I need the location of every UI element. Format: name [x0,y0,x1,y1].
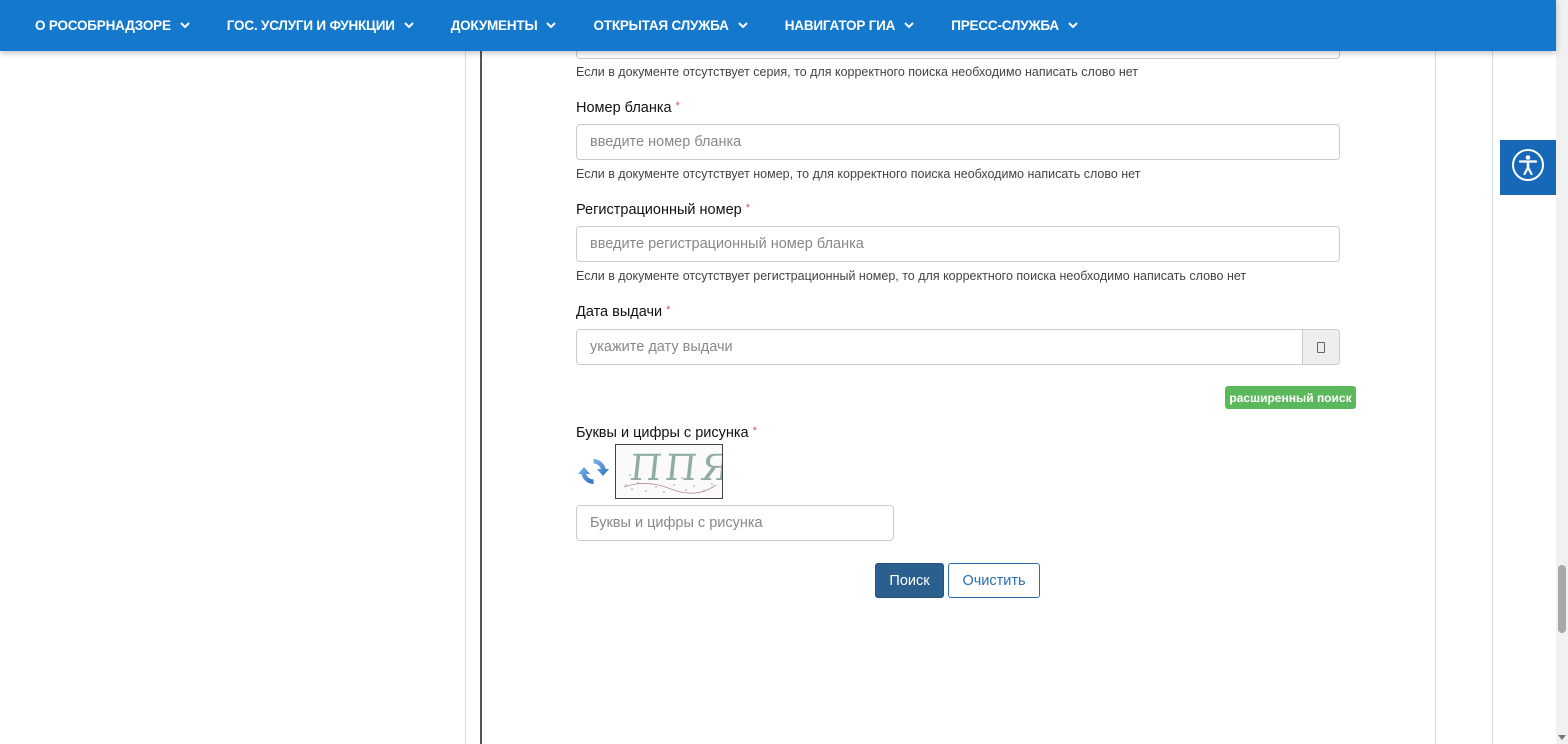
nav-item-about[interactable]: О РОСОБРНАДЗОРЕ [35,18,190,33]
chevron-down-icon [904,22,914,29]
captcha-text: ППЯ [627,448,723,489]
captcha-label: Буквы и цифры с рисунка * [576,425,757,441]
nav-item-label: ПРЕСС-СЛУЖБА [951,18,1059,33]
page-scrollbar[interactable] [1556,0,1568,744]
chevron-down-icon [1068,22,1078,29]
form-border-left [480,0,482,744]
required-mark: * [666,304,671,316]
blank-number-label: Номер бланка * [576,100,680,116]
refresh-icon[interactable] [577,455,610,488]
required-mark: * [752,425,757,437]
content-border-right [1492,0,1493,744]
series-hint: Если в документе отсутствует серия, то д… [576,65,1138,79]
issue-date-label: Дата выдачи * [576,304,670,320]
required-mark: * [745,202,750,214]
reg-number-input[interactable] [576,226,1340,262]
calendar-icon [1317,341,1325,353]
chevron-down-icon [404,22,414,29]
issue-date-group [576,329,1340,365]
main-nav: О РОСОБРНАДЗОРЕ ГОС. УСЛУГИ И ФУНКЦИИ ДО… [0,0,1556,51]
scrollbar-thumb[interactable] [1558,565,1566,633]
nav-item-press[interactable]: ПРЕСС-СЛУЖБА [951,18,1078,33]
blank-number-input[interactable] [576,124,1340,160]
required-mark: * [675,100,680,112]
nav-item-label: ГОС. УСЛУГИ И ФУНКЦИИ [226,18,395,33]
accessibility-button[interactable] [1500,140,1556,195]
issue-date-input[interactable] [576,329,1303,365]
form-border-right [1435,0,1436,744]
blank-number-hint: Если в документе отсутствует номер, то д… [576,167,1141,181]
reg-number-label-text: Регистрационный номер [576,202,742,218]
reg-number-label: Регистрационный номер * [576,202,750,218]
nav-item-label: О РОСОБРНАДЗОРЕ [35,18,171,33]
nav-item-open-service[interactable]: ОТКРЫТАЯ СЛУЖБА [593,18,748,33]
nav-item-label: НАВИГАТОР ГИА [784,18,896,33]
nav-item-label: ОТКРЫТАЯ СЛУЖБА [593,18,729,33]
reg-number-hint: Если в документе отсутствует регистрацио… [576,269,1247,283]
nav-item-services[interactable]: ГОС. УСЛУГИ И ФУНКЦИИ [227,18,414,33]
scroll-down-arrow-icon[interactable] [1558,734,1566,742]
nav-item-label: ДОКУМЕНТЫ [450,18,538,33]
captcha-input[interactable] [576,505,894,541]
chevron-down-icon [738,22,748,29]
search-button[interactable]: Поиск [875,563,944,598]
content-border-left [465,0,466,744]
blank-number-label-text: Номер бланка [576,100,672,116]
calendar-button[interactable] [1302,329,1340,365]
chevron-down-icon [180,22,190,29]
clear-button[interactable]: Очистить [948,563,1040,598]
page: О РОСОБРНАДЗОРЕ ГОС. УСЛУГИ И ФУНКЦИИ ДО… [0,0,1568,744]
nav-item-gia-navigator[interactable]: НАВИГАТОР ГИА [785,18,915,33]
captcha-label-text: Буквы и цифры с рисунка [576,425,749,441]
advanced-search-button[interactable]: расширенный поиск [1225,386,1356,409]
issue-date-label-text: Дата выдачи [576,304,663,320]
captcha-image: ППЯ [615,444,723,499]
chevron-down-icon [546,22,557,29]
accessibility-icon [1511,148,1545,187]
nav-item-documents[interactable]: ДОКУМЕНТЫ [451,18,557,33]
